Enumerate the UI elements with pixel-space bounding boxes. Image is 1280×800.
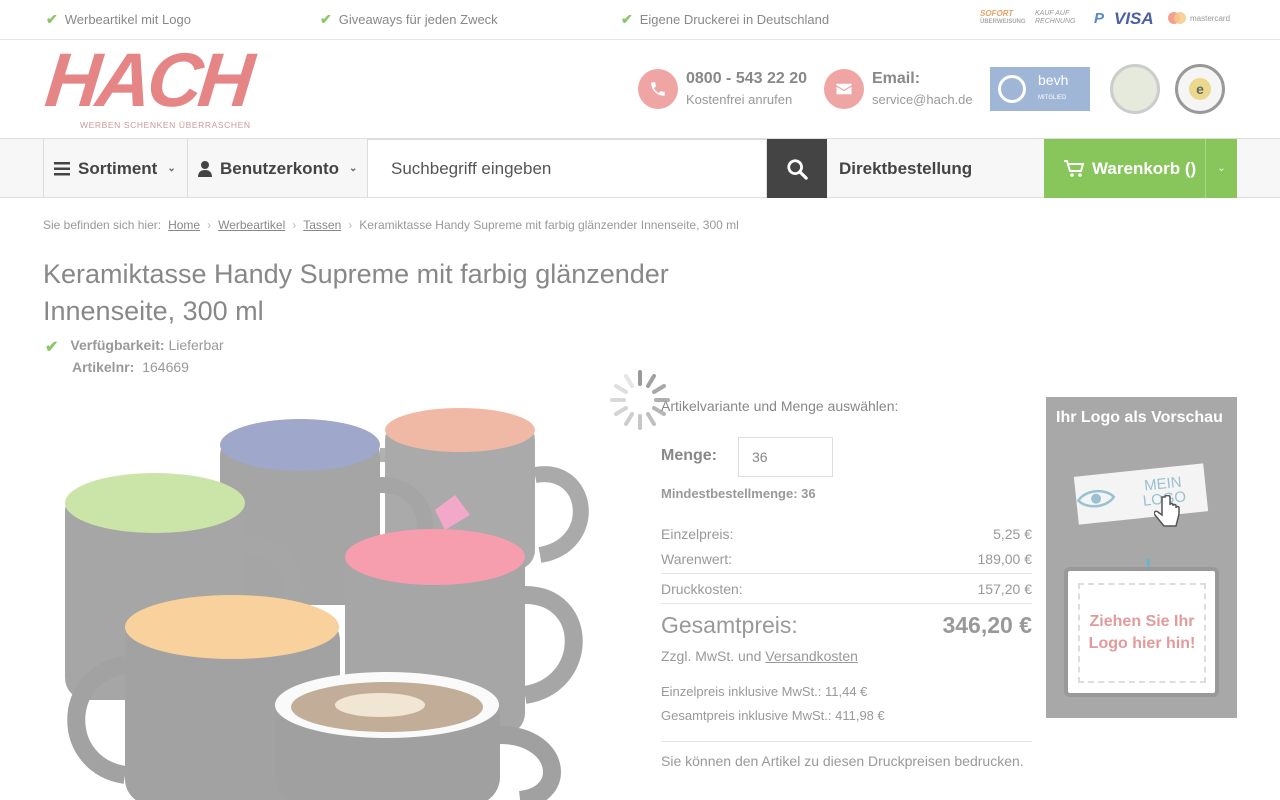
paypal-icon: P bbox=[1094, 10, 1105, 27]
rechnung-logo: KAUF AUF RECHNUNG bbox=[1035, 10, 1076, 25]
search-input[interactable] bbox=[367, 139, 767, 198]
logo-preview-title: Ihr Logo als Vorschau bbox=[1056, 409, 1223, 426]
envelope-icon bbox=[824, 69, 864, 109]
visa-logo: VISA bbox=[1114, 9, 1154, 28]
price-row-goods: Warenwert: 189,00 € bbox=[661, 551, 1032, 567]
divider bbox=[661, 573, 1032, 574]
usp-item: ✔ Eigene Druckerei in Deutschland bbox=[621, 11, 830, 27]
tax-note: Zzgl. MwSt. und Versandkosten bbox=[661, 648, 858, 664]
sofort-logo: SOFORT ÜBERWEISUNG bbox=[980, 9, 1026, 26]
phone-number: 0800 - 543 22 20 bbox=[686, 70, 807, 87]
usp-bar: ✔ Werbeartikel mit Logo ✔ Giveaways für je… bbox=[0, 0, 1280, 40]
shipping-cost-link[interactable]: Versandkosten bbox=[765, 648, 858, 664]
divider bbox=[661, 603, 1032, 604]
check-icon: ✔ bbox=[45, 339, 59, 356]
breadcrumb-werbeartikel[interactable]: Werbeartikel bbox=[218, 218, 285, 232]
logo-preview-panel: Ihr Logo als Vorschau MEIN LOGO Ziehen S… bbox=[1046, 397, 1237, 718]
check-icon: ✔ bbox=[320, 11, 332, 27]
quantity-input[interactable] bbox=[738, 437, 833, 477]
bevh-badge[interactable]: bevh MITGLIED bbox=[990, 67, 1090, 111]
sortiment-menu[interactable]: Sortiment ⌄ bbox=[43, 139, 187, 198]
phone-icon bbox=[638, 69, 678, 109]
breadcrumb-tassen[interactable]: Tassen bbox=[303, 218, 341, 232]
chevron-down-icon: ⌄ bbox=[167, 163, 176, 174]
direct-order-link[interactable]: Direktbestellung bbox=[839, 139, 972, 198]
email-label: Email: bbox=[872, 70, 921, 87]
email-address: service@hach.de bbox=[872, 92, 973, 107]
user-icon bbox=[198, 160, 212, 177]
mein-logo-sample: MEIN LOGO bbox=[1073, 463, 1209, 525]
logo-drop-zone[interactable]: Ziehen Sie Ihr Logo hier hin! bbox=[1064, 567, 1219, 697]
breadcrumb-current: Keramiktasse Handy Supreme mit farbig gl… bbox=[359, 218, 739, 232]
single-price-incl-vat: Einzelpreis inklusive MwSt.: 11,44 € bbox=[661, 684, 868, 699]
main-navbar: Sortiment ⌄ Benutzerkonto ⌄ Direktbestel… bbox=[0, 138, 1280, 198]
mastercard-logo: mastercard bbox=[1168, 12, 1230, 24]
breadcrumb-home[interactable]: Home bbox=[168, 218, 200, 232]
page-title: Keramiktasse Handy Supreme mit farbig gl… bbox=[43, 259, 669, 326]
article-number: Artikelnr: 164669 bbox=[72, 359, 189, 375]
hach-logo[interactable]: HACH WERBEN SCHENKEN ÜBERRASCHEN bbox=[42, 38, 270, 132]
chevron-down-icon: ⌄ bbox=[349, 163, 358, 174]
price-row-single: Einzelpreis: 5,25 € bbox=[661, 526, 1032, 542]
trusted-shops-icon[interactable]: e bbox=[1175, 64, 1225, 114]
min-order-text: Mindestbestellmenge: 36 bbox=[661, 486, 816, 501]
search-button[interactable] bbox=[767, 139, 827, 198]
print-note: Sie können den Artikel zu diesen Druckpr… bbox=[661, 753, 1024, 769]
cart-button[interactable]: Warenkorb () bbox=[1044, 139, 1205, 198]
total-price-incl-vat: Gesamtpreis inklusive MwSt.: 411,98 € bbox=[661, 708, 885, 723]
variant-label: Artikelvariante und Menge auswählen: bbox=[661, 398, 899, 414]
product-image[interactable] bbox=[50, 395, 610, 800]
cart-dropdown-button[interactable]: ⌄ bbox=[1205, 139, 1237, 198]
bevh-icon bbox=[990, 67, 1034, 111]
email-contact[interactable]: Email: service@hach.de bbox=[824, 68, 973, 110]
hand-cursor-icon bbox=[1154, 495, 1180, 527]
usp-item: ✔ Werbeartikel mit Logo bbox=[46, 11, 191, 27]
phone-contact[interactable]: 0800 - 543 22 20 Kostenfrei anrufen bbox=[638, 68, 807, 110]
usp-item: ✔ Giveaways für jeden Zweck bbox=[320, 11, 498, 27]
check-icon: ✔ bbox=[46, 11, 58, 27]
account-menu[interactable]: Benutzerkonto ⌄ bbox=[187, 139, 367, 198]
total-price: Gesamtpreis: 346,20 € bbox=[661, 612, 1032, 638]
phone-note: Kostenfrei anrufen bbox=[686, 92, 793, 107]
menu-icon bbox=[54, 161, 70, 175]
quality-seal-icon[interactable] bbox=[1110, 64, 1160, 114]
search-icon bbox=[787, 158, 808, 180]
quantity-label: Menge: bbox=[661, 447, 717, 464]
divider bbox=[661, 741, 1032, 742]
mastercard-icon bbox=[1168, 12, 1186, 24]
check-icon: ✔ bbox=[621, 11, 633, 27]
eye-icon bbox=[1076, 490, 1116, 508]
price-row-print: Druckkosten: 157,20 € bbox=[661, 581, 1032, 597]
breadcrumb: Sie befinden sich hier: Home › Werbeartik… bbox=[43, 218, 739, 232]
chevron-down-icon: ⌄ bbox=[1217, 163, 1226, 174]
cart-icon bbox=[1064, 159, 1084, 177]
availability: ✔ Verfügbarkeit: Lieferbar bbox=[45, 337, 224, 356]
